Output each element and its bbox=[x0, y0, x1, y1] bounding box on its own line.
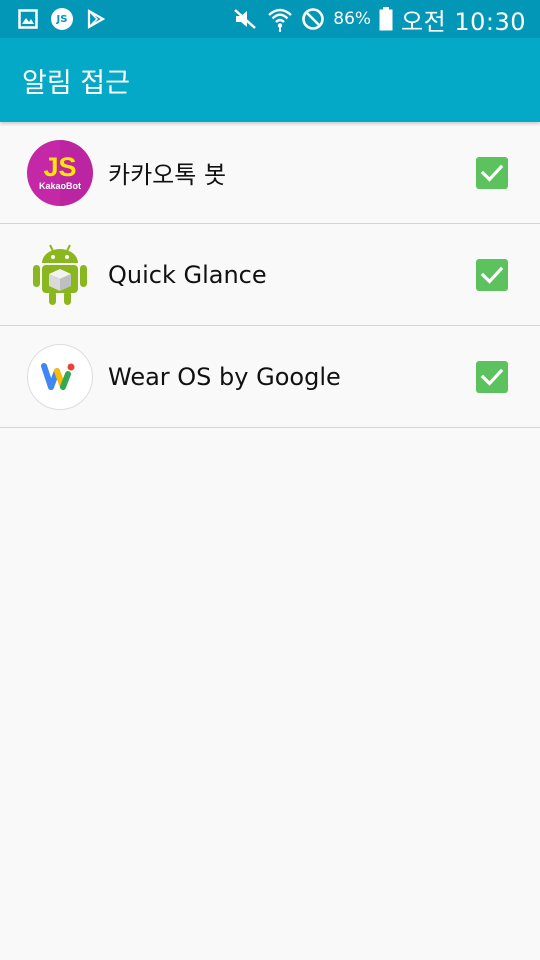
list-item-quick-glance[interactable]: Quick Glance bbox=[0, 224, 540, 326]
status-bar: JS 86% 오전 10:30 bbox=[0, 0, 540, 38]
clock: 오전 10:30 bbox=[401, 7, 526, 36]
app-name: 카카오톡 봇 bbox=[108, 161, 227, 189]
android-icon bbox=[26, 241, 94, 309]
play-store-icon bbox=[86, 9, 106, 29]
wifi-icon bbox=[267, 6, 293, 32]
page-title: 알림 접근 bbox=[22, 67, 130, 99]
kakaobot-icon: JS KakaoBot bbox=[26, 139, 94, 207]
kakaobot-icon-subtext: KakaoBot bbox=[39, 181, 81, 191]
app-bar: 알림 접근 bbox=[0, 38, 540, 122]
access-checkbox[interactable] bbox=[476, 156, 508, 189]
list-item-kakaobot[interactable]: JS KakaoBot 카카오톡 봇 bbox=[0, 122, 540, 224]
access-checkbox[interactable] bbox=[476, 258, 508, 291]
wear-os-icon bbox=[26, 343, 94, 411]
app-name: Quick Glance bbox=[108, 260, 267, 289]
blocked-icon bbox=[301, 7, 325, 31]
list-item-wear-os[interactable]: Wear OS by Google bbox=[0, 326, 540, 428]
app-name: Wear OS by Google bbox=[108, 362, 341, 391]
gallery-icon bbox=[18, 9, 38, 29]
battery-icon bbox=[379, 7, 393, 31]
battery-percent: 86% bbox=[333, 9, 372, 29]
app-list: JS KakaoBot 카카오톡 봇 Quick Glance Wear OS … bbox=[0, 122, 540, 428]
kakaobot-js-icon: JS bbox=[51, 8, 73, 30]
kakaobot-icon-text: JS bbox=[43, 152, 76, 182]
access-checkbox[interactable] bbox=[476, 360, 508, 393]
mute-icon bbox=[233, 7, 259, 31]
